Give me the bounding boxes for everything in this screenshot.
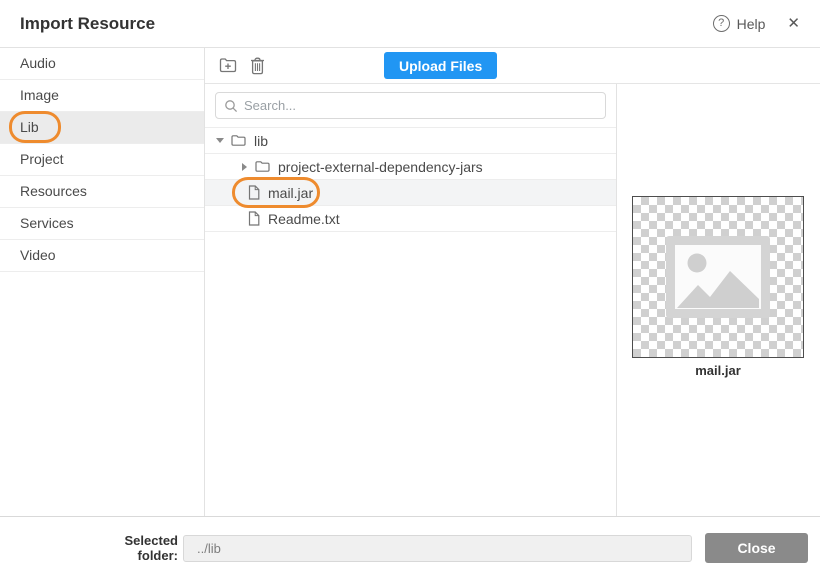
sidebar-item-label: Image [20,87,59,103]
search-icon [224,99,238,113]
upload-files-button[interactable]: Upload Files [384,52,497,79]
dialog-footer: Selected folder: Close [0,517,820,579]
close-icon[interactable]: ✕ [787,16,800,31]
category-sidebar: Audio Image Lib Project Resources Servic… [0,48,205,516]
file-icon [248,185,260,200]
tree-row-mail-jar[interactable]: mail.jar [205,180,616,206]
tree-row-label: Readme.txt [268,211,340,227]
chevron-right-icon[interactable] [238,163,250,171]
sidebar-item-audio[interactable]: Audio [0,48,204,80]
dialog-body: Audio Image Lib Project Resources Servic… [0,48,820,517]
sidebar-item-label: Services [20,215,74,231]
add-folder-icon [218,57,238,74]
page-title: Import Resource [20,14,155,34]
preview-caption: mail.jar [632,363,804,378]
chevron-down-icon[interactable] [214,138,226,143]
sidebar-item-label: Video [20,247,56,263]
preview-panel: mail.jar [617,84,820,516]
tree-row-project-external-dependency-jars[interactable]: project-external-dependency-jars [205,154,616,180]
search-box [215,92,606,119]
tree-row-lib[interactable]: lib [205,128,616,154]
tree-row-label: mail.jar [268,185,313,201]
file-tree-panel: lib project-external-dependency-jars [205,84,617,516]
content-row: lib project-external-dependency-jars [205,84,820,516]
image-placeholder-icon [666,236,770,318]
folder-icon [231,134,246,147]
dialog-header: Import Resource ? Help ✕ [0,0,820,48]
close-button[interactable]: Close [705,533,808,563]
sidebar-item-label: Project [20,151,64,167]
folder-icon [255,160,270,173]
tree-row-label: project-external-dependency-jars [278,159,483,175]
tree-row-label: lib [254,133,268,149]
selected-folder-label: Selected folder: [83,533,178,563]
main-area: Upload Files [205,48,820,516]
sidebar-item-label: Resources [20,183,87,199]
file-icon [248,211,260,226]
import-resource-dialog: Import Resource ? Help ✕ Audio Image Lib… [0,0,820,580]
sidebar-item-label: Lib [20,119,39,135]
file-tree: lib project-external-dependency-jars [205,127,616,232]
add-folder-button[interactable] [218,57,238,74]
header-actions: ? Help ✕ [713,15,800,32]
selected-folder-input[interactable] [183,535,692,562]
sidebar-item-services[interactable]: Services [0,208,204,240]
trash-icon [250,57,265,75]
file-toolbar: Upload Files [205,48,820,84]
search-input[interactable] [244,98,597,113]
sidebar-item-video[interactable]: Video [0,240,204,272]
help-link[interactable]: Help [737,16,766,32]
sidebar-item-resources[interactable]: Resources [0,176,204,208]
delete-button[interactable] [250,57,265,75]
sidebar-item-label: Audio [20,55,56,71]
sidebar-item-lib[interactable]: Lib [0,112,204,144]
sidebar-item-image[interactable]: Image [0,80,204,112]
preview-tile[interactable]: mail.jar [632,196,804,378]
help-icon[interactable]: ? [713,15,730,32]
transparency-checkerboard [632,196,804,358]
tree-row-readme-txt[interactable]: Readme.txt [205,206,616,232]
sidebar-item-project[interactable]: Project [0,144,204,176]
